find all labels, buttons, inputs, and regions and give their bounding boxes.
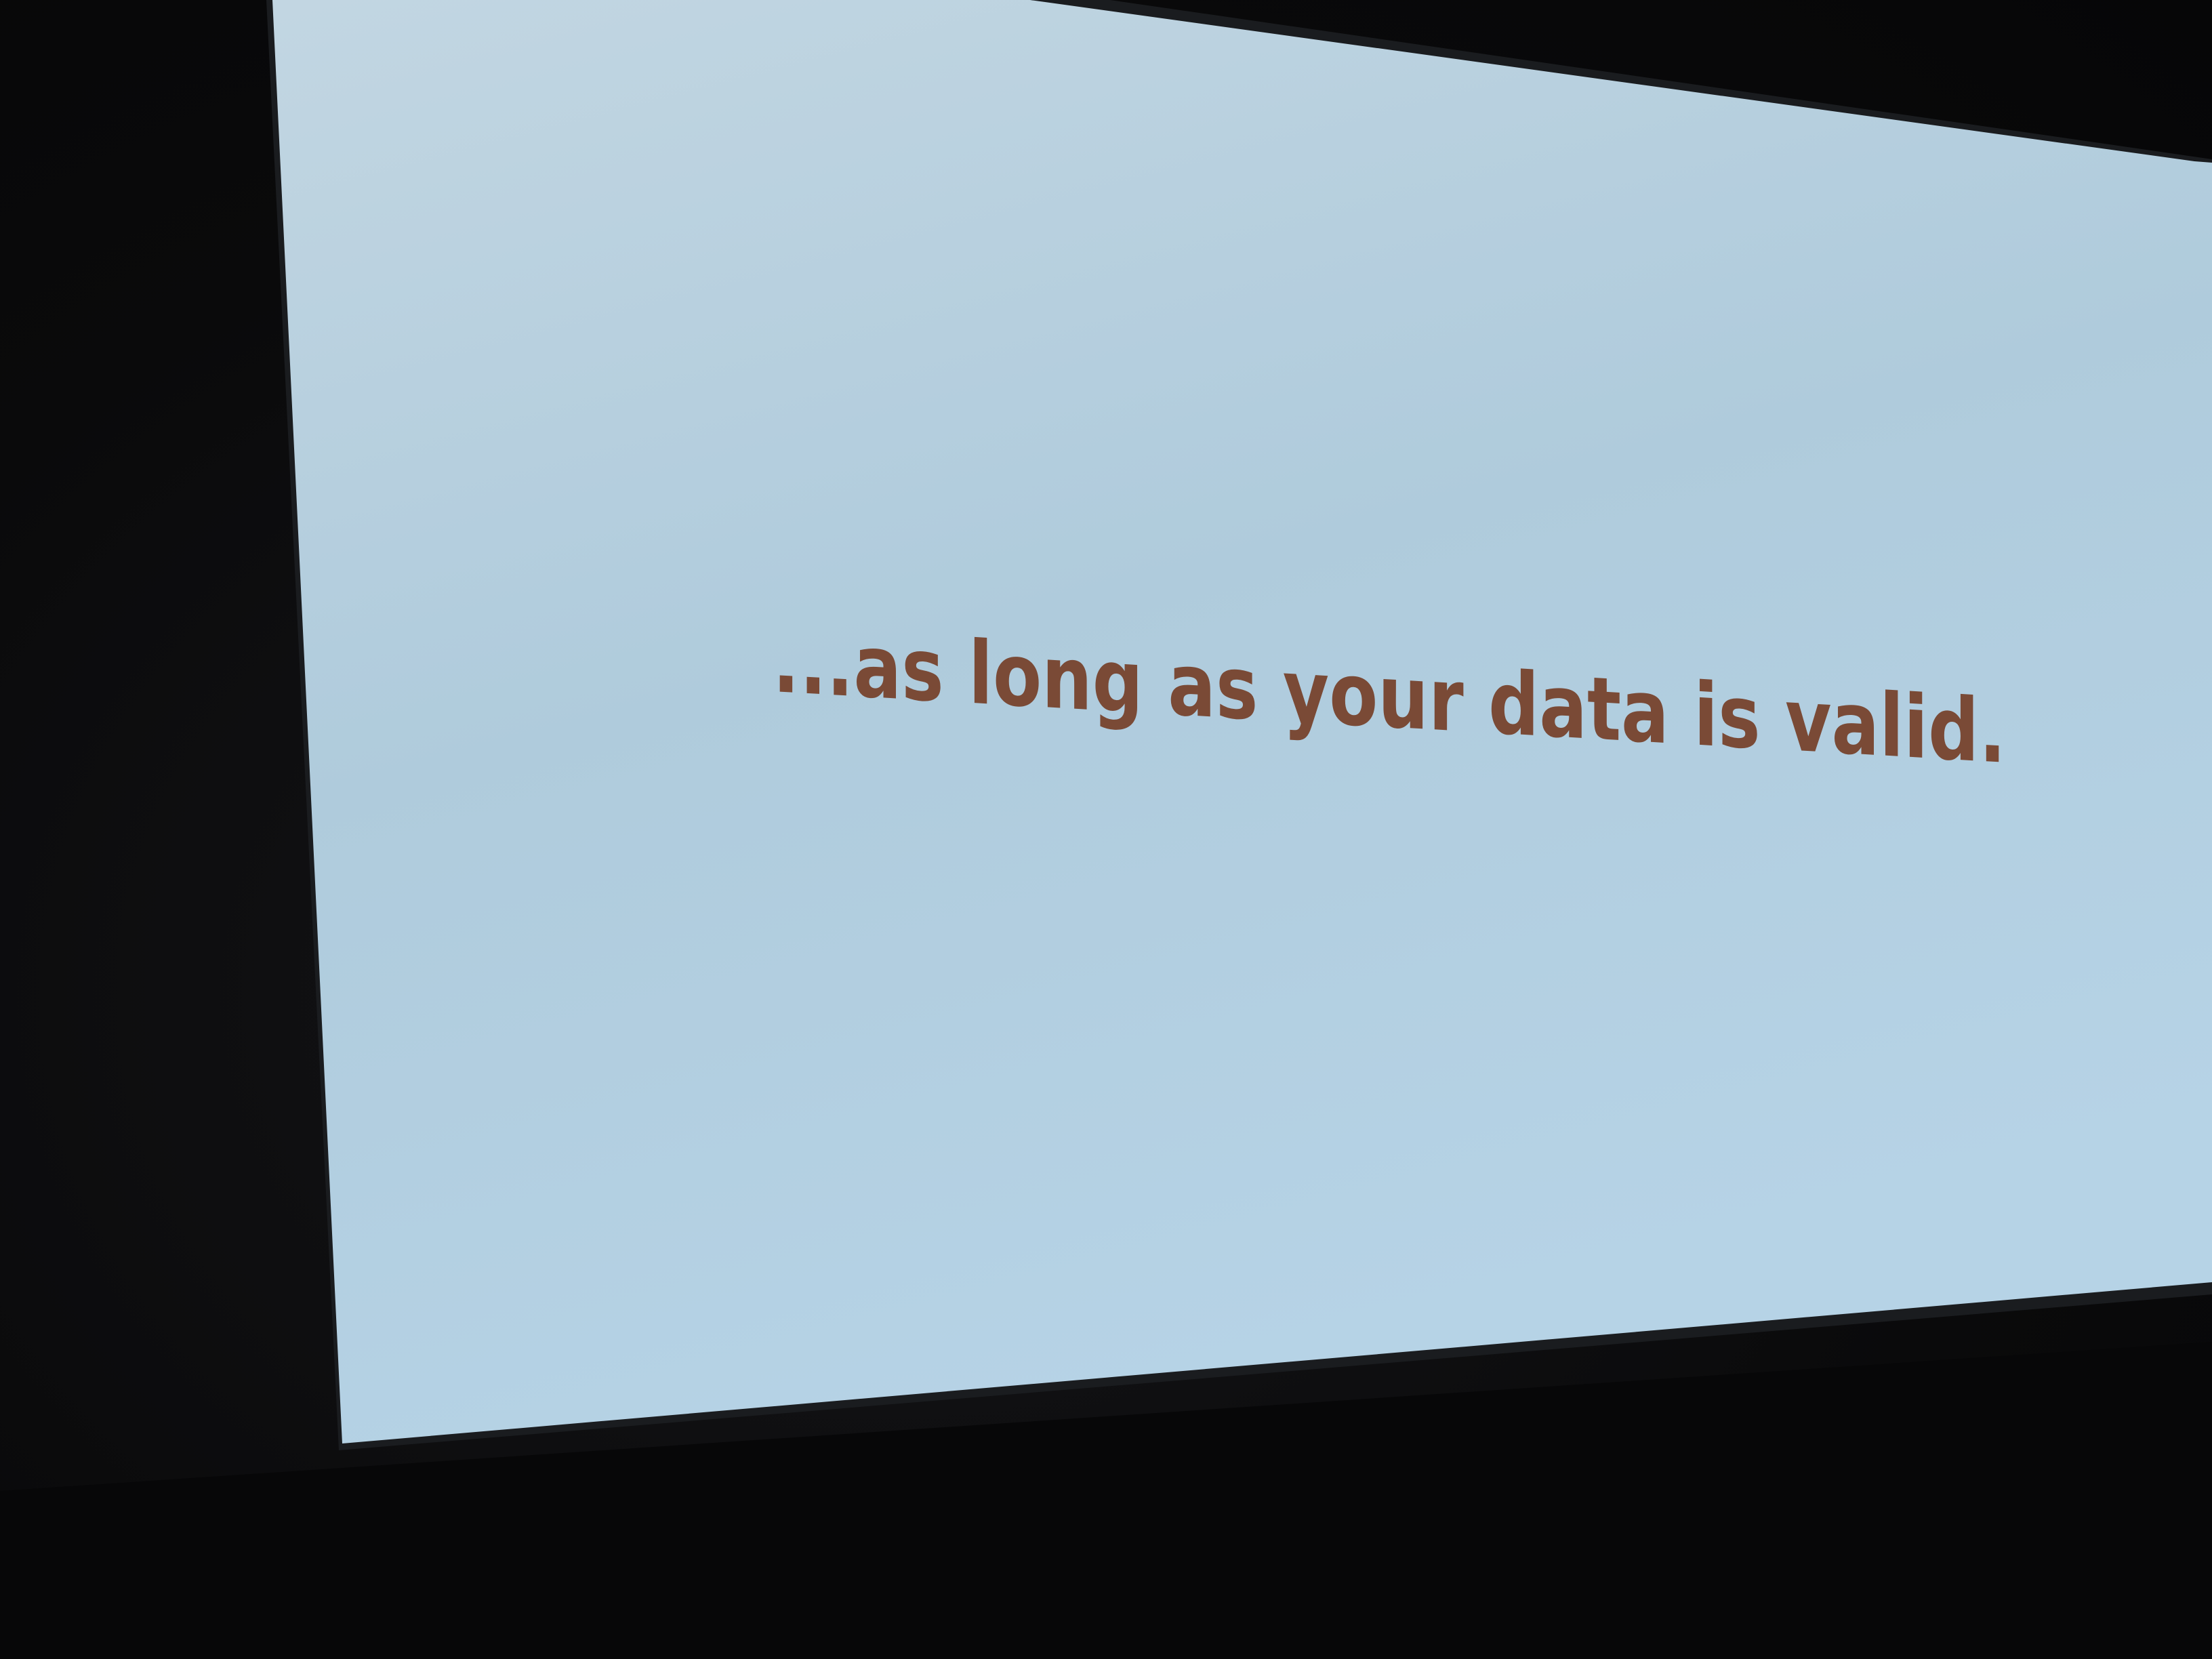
projection-svg: ...as long as your data is valid. — [0, 0, 2212, 1659]
stage-shadow — [0, 1342, 2212, 1659]
dark-room: ...as long as your data is valid. — [0, 0, 2212, 1659]
